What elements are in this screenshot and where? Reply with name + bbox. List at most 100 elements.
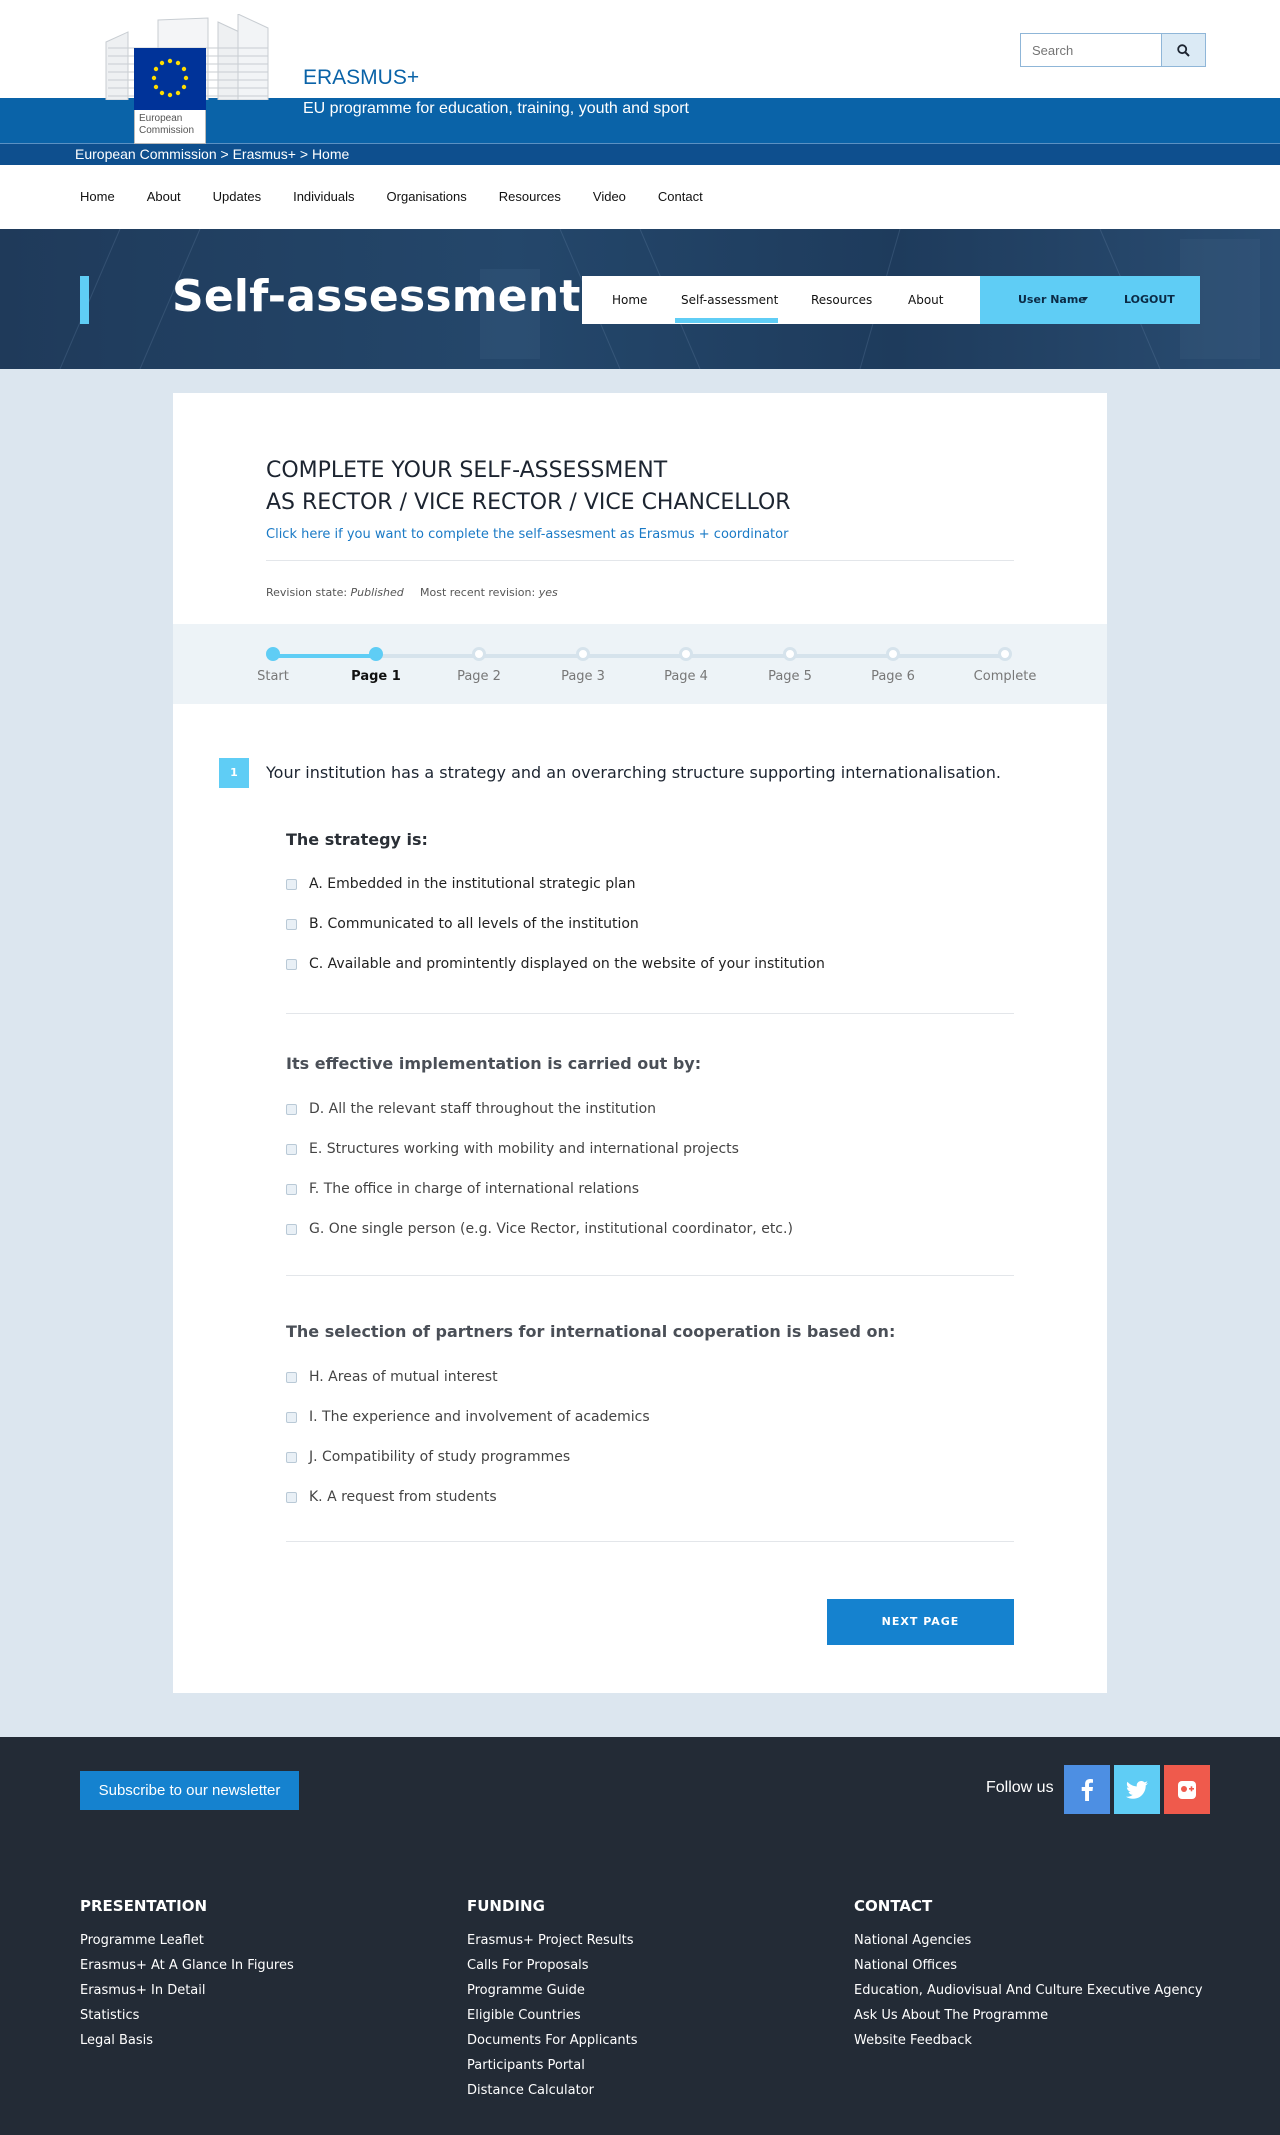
- footer-link[interactable]: Education, Audiovisual And Culture Execu…: [854, 1978, 1203, 2003]
- step-start[interactable]: Start: [223, 647, 323, 684]
- step-dot: [886, 647, 900, 661]
- footer-link[interactable]: Ask Us About The Programme: [854, 2003, 1203, 2028]
- nav-item-resources[interactable]: Resources: [499, 189, 561, 204]
- recent-revision-value: yes: [538, 586, 558, 599]
- option-h[interactable]: H. Areas of mutual interest: [286, 1369, 498, 1385]
- step-page-3[interactable]: Page 3: [533, 647, 633, 684]
- step-label: Page 1: [351, 669, 401, 684]
- site-title[interactable]: ERASMUS+: [303, 66, 419, 90]
- revision-state: Revision state: Published: [266, 586, 404, 599]
- footer-link[interactable]: Programme Guide: [467, 1978, 638, 2003]
- step-complete[interactable]: Complete: [955, 647, 1055, 684]
- nav-item-about[interactable]: About: [147, 189, 181, 204]
- step-label: Page 5: [768, 669, 812, 684]
- nav-item-contact[interactable]: Contact: [658, 189, 703, 204]
- checkbox[interactable]: [286, 918, 297, 930]
- step-label: Complete: [973, 669, 1037, 684]
- subnav-item-about[interactable]: About: [908, 293, 943, 307]
- step-page-1[interactable]: Page 1: [326, 647, 426, 684]
- user-menu[interactable]: User Name: [1018, 293, 1086, 306]
- footer-link[interactable]: Erasmus+ In Detail: [80, 1978, 294, 2003]
- logo-caption: European Commission: [134, 110, 206, 144]
- checkbox[interactable]: [286, 1411, 297, 1423]
- checkbox[interactable]: [286, 1143, 297, 1155]
- footer-link[interactable]: Website Feedback: [854, 2028, 1203, 2053]
- nav-item-individuals[interactable]: Individuals: [293, 189, 354, 204]
- footer-link[interactable]: National Offices: [854, 1953, 1203, 1978]
- search-button[interactable]: [1161, 34, 1205, 66]
- checkbox[interactable]: [286, 958, 297, 970]
- step-page-2[interactable]: Page 2: [429, 647, 529, 684]
- footer-link[interactable]: Documents For Applicants: [467, 2028, 638, 2053]
- step-page-6[interactable]: Page 6: [843, 647, 943, 684]
- coordinator-link[interactable]: Click here if you want to complete the s…: [266, 527, 788, 542]
- footer-link[interactable]: Participants Portal: [467, 2053, 638, 2078]
- step-page-4[interactable]: Page 4: [636, 647, 736, 684]
- nav-item-organisations[interactable]: Organisations: [387, 189, 467, 204]
- title-accent-bar: [80, 276, 89, 324]
- checkbox[interactable]: [286, 878, 297, 890]
- group-title: Its effective implementation is carried …: [286, 1054, 702, 1073]
- heading-line-2: AS RECTOR / VICE RECTOR / VICE CHANCELLO…: [266, 490, 791, 515]
- newsletter-button[interactable]: Subscribe to our newsletter: [80, 1771, 299, 1810]
- nav-item-updates[interactable]: Updates: [213, 189, 261, 204]
- google-plus-button[interactable]: [1164, 1765, 1210, 1814]
- checkbox[interactable]: [286, 1223, 297, 1235]
- follow-us-label: Follow us: [986, 1779, 1054, 1796]
- checkbox[interactable]: [286, 1183, 297, 1195]
- search-icon: [1177, 43, 1190, 57]
- hero-banner: Self-assessment Home Self-assessment Res…: [0, 229, 1280, 369]
- footer-column-title: CONTACT: [854, 1897, 933, 1915]
- option-g[interactable]: G. One single person (e.g. Vice Rector, …: [286, 1221, 793, 1237]
- option-label: A. Embedded in the institutional strateg…: [309, 876, 636, 892]
- step-dot: [576, 647, 590, 661]
- footer-link[interactable]: National Agencies: [854, 1928, 1203, 1953]
- checkbox[interactable]: [286, 1103, 297, 1115]
- next-page-button[interactable]: NEXT PAGE: [827, 1599, 1014, 1645]
- footer-link[interactable]: Programme Leaflet: [80, 1928, 294, 1953]
- option-label: F. The office in charge of international…: [309, 1181, 640, 1197]
- footer-link-list: National Agencies National Offices Educa…: [854, 1928, 1203, 2053]
- divider: [266, 560, 1014, 561]
- checkbox[interactable]: [286, 1451, 297, 1463]
- subnav-item-home[interactable]: Home: [612, 293, 647, 307]
- subnav-item-resources[interactable]: Resources: [811, 293, 872, 307]
- option-k[interactable]: K. A request from students: [286, 1489, 497, 1505]
- footer-link[interactable]: Distance Calculator: [467, 2078, 638, 2103]
- footer-link[interactable]: Legal Basis: [80, 2028, 294, 2053]
- footer-link[interactable]: Calls For Proposals: [467, 1953, 638, 1978]
- nav-item-home[interactable]: Home: [80, 189, 115, 204]
- option-d[interactable]: D. All the relevant staff throughout the…: [286, 1101, 656, 1117]
- facebook-icon: [1081, 1778, 1093, 1801]
- checkbox[interactable]: [286, 1371, 297, 1383]
- option-b[interactable]: B. Communicated to all levels of the ins…: [286, 916, 639, 932]
- question-number-badge: 1: [219, 758, 249, 788]
- footer-link[interactable]: Erasmus+ Project Results: [467, 1928, 638, 1953]
- subnav-item-self-assessment[interactable]: Self-assessment: [681, 293, 778, 307]
- option-a[interactable]: A. Embedded in the institutional strateg…: [286, 876, 635, 892]
- breadcrumb-text[interactable]: European Commission > Erasmus+ > Home: [75, 146, 349, 162]
- nav-item-video[interactable]: Video: [593, 189, 626, 204]
- footer-link[interactable]: Erasmus+ At A Glance In Figures: [80, 1953, 294, 1978]
- caret-down-icon[interactable]: [1082, 297, 1088, 301]
- twitter-icon: [1126, 1780, 1148, 1799]
- footer-link[interactable]: Statistics: [80, 2003, 294, 2028]
- option-f[interactable]: F. The office in charge of international…: [286, 1181, 639, 1197]
- step-page-5[interactable]: Page 5: [740, 647, 840, 684]
- option-label: G. One single person (e.g. Vice Rector, …: [309, 1221, 793, 1237]
- option-i[interactable]: I. The experience and involvement of aca…: [286, 1409, 650, 1425]
- facebook-button[interactable]: [1064, 1765, 1110, 1814]
- option-e[interactable]: E. Structures working with mobility and …: [286, 1141, 739, 1157]
- step-dot: [266, 647, 280, 661]
- option-c[interactable]: C. Available and promintently displayed …: [286, 956, 825, 972]
- european-commission-logo[interactable]: European Commission: [98, 14, 272, 144]
- option-j[interactable]: J. Compatibility of study programmes: [286, 1449, 570, 1465]
- logout-button[interactable]: LOGOUT: [1124, 293, 1175, 306]
- checkbox[interactable]: [286, 1491, 297, 1503]
- section-subnav: Home Self-assessment Resources About: [582, 276, 980, 324]
- footer-link[interactable]: Eligible Countries: [467, 2003, 638, 2028]
- option-label: H. Areas of mutual interest: [309, 1369, 498, 1385]
- step-dot: [369, 647, 383, 661]
- twitter-button[interactable]: [1114, 1765, 1160, 1814]
- search-input[interactable]: [1021, 34, 1161, 66]
